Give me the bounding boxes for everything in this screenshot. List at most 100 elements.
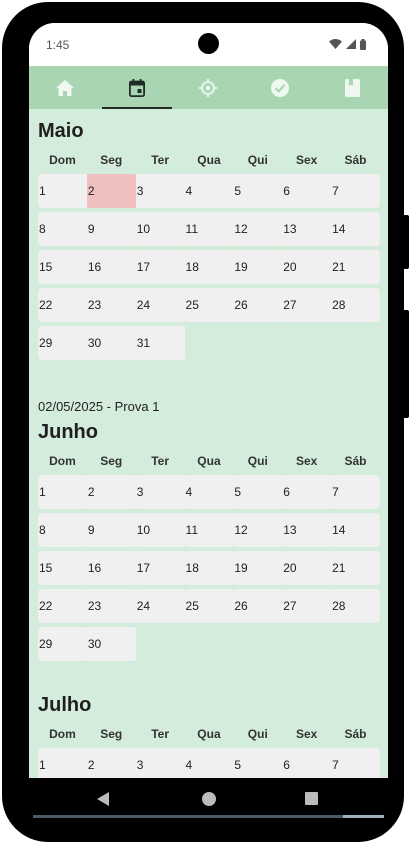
day-cell[interactable]: 2 bbox=[86, 174, 136, 208]
day-cell[interactable]: 7 bbox=[331, 174, 380, 208]
day-cell[interactable]: 7 bbox=[331, 748, 380, 778]
weekday-label: Sex bbox=[295, 153, 318, 167]
gesture-bar bbox=[33, 815, 384, 818]
day-cell[interactable]: 13 bbox=[282, 513, 332, 547]
day-cell[interactable]: 29 bbox=[38, 326, 87, 360]
day-cell[interactable]: 9 bbox=[86, 513, 136, 547]
day-cell[interactable]: 16 bbox=[86, 551, 136, 585]
day-cell[interactable]: 26 bbox=[233, 589, 283, 623]
day-cell[interactable]: 6 bbox=[282, 475, 332, 509]
day-cell[interactable]: 28 bbox=[331, 589, 380, 623]
day-cell[interactable]: 11 bbox=[184, 513, 234, 547]
day-cell[interactable]: 25 bbox=[184, 589, 234, 623]
tab-bar bbox=[29, 66, 388, 109]
day-cell[interactable]: 17 bbox=[135, 250, 185, 284]
day-cell[interactable]: 5 bbox=[233, 475, 283, 509]
day-cell[interactable]: 24 bbox=[135, 288, 185, 322]
day-cell[interactable]: 21 bbox=[331, 551, 380, 585]
day-cell[interactable]: 30 bbox=[86, 627, 136, 661]
gesture-bar-tip bbox=[343, 815, 384, 818]
day-cell[interactable]: 17 bbox=[135, 551, 185, 585]
home-icon bbox=[55, 79, 74, 96]
back-icon[interactable] bbox=[97, 792, 109, 806]
day-cell[interactable]: 30 bbox=[86, 326, 136, 360]
day-cell[interactable]: 27 bbox=[282, 589, 332, 623]
day-cell[interactable]: 15 bbox=[38, 250, 87, 284]
day-cell[interactable]: 6 bbox=[282, 748, 332, 778]
day-cell[interactable]: 4 bbox=[184, 475, 234, 509]
day-cell[interactable]: 23 bbox=[86, 288, 136, 322]
day-cell[interactable]: 3 bbox=[135, 475, 185, 509]
day-cell[interactable]: 5 bbox=[233, 174, 283, 208]
day-cell[interactable]: 27 bbox=[282, 288, 332, 322]
day-cell[interactable]: 20 bbox=[282, 551, 332, 585]
day-cell[interactable]: 7 bbox=[331, 475, 380, 509]
day-cell[interactable]: 6 bbox=[282, 174, 332, 208]
recent-apps-icon[interactable] bbox=[305, 792, 318, 805]
day-cell[interactable]: 15 bbox=[38, 551, 87, 585]
day-cell[interactable]: 28 bbox=[331, 288, 380, 322]
day-cell[interactable]: 14 bbox=[331, 513, 380, 547]
day-cell[interactable]: 18 bbox=[184, 551, 234, 585]
weekday-header: Dom Seg Ter Qua Qui Sex Sáb bbox=[38, 727, 380, 743]
month-title: Maio bbox=[38, 120, 84, 142]
calendar-scroll-view[interactable]: Maio Dom Seg Ter Qua Qui Sex Sáb 1234567… bbox=[29, 109, 388, 778]
home-circle-icon[interactable] bbox=[202, 792, 216, 806]
day-cell[interactable]: 22 bbox=[38, 288, 87, 322]
check-circle-icon bbox=[271, 78, 290, 97]
day-cell[interactable]: 23 bbox=[86, 589, 136, 623]
weekday-label: Sex bbox=[295, 727, 318, 741]
tab-calendar[interactable] bbox=[101, 66, 173, 109]
tab-goals[interactable] bbox=[173, 66, 245, 109]
wifi-icon bbox=[329, 39, 342, 49]
day-cell[interactable]: 18 bbox=[184, 250, 234, 284]
day-grid: 1234567 bbox=[38, 748, 380, 778]
day-cell[interactable]: 29 bbox=[38, 627, 87, 661]
day-grid: 1 2 3 4 5 6 7 8 9 10 11 12 13 14 15 16 17 18 19 20 21 22 23 24 2… bbox=[38, 475, 380, 661]
day-cell[interactable]: 10 bbox=[135, 513, 185, 547]
day-cell[interactable]: 26 bbox=[233, 288, 283, 322]
tab-tasks[interactable] bbox=[244, 66, 316, 109]
day-cell[interactable]: 3 bbox=[135, 748, 185, 778]
day-cell[interactable]: 4 bbox=[184, 748, 234, 778]
weekday-label: Ter bbox=[151, 454, 169, 468]
tab-notes[interactable] bbox=[316, 66, 388, 109]
day-cell[interactable]: 8 bbox=[38, 212, 87, 246]
weekday-label: Seg bbox=[100, 454, 123, 468]
day-cell[interactable]: 12 bbox=[233, 212, 283, 246]
day-cell[interactable]: 19 bbox=[233, 250, 283, 284]
day-cell[interactable]: 24 bbox=[135, 589, 185, 623]
battery-icon bbox=[360, 38, 366, 50]
day-cell[interactable]: 1 bbox=[38, 475, 87, 509]
status-bar: 1:45 bbox=[29, 23, 388, 66]
day-cell[interactable]: 20 bbox=[282, 250, 332, 284]
weekday-label: Qui bbox=[247, 727, 268, 741]
day-cell[interactable]: 1 bbox=[38, 748, 87, 778]
day-cell[interactable]: 31 bbox=[135, 326, 185, 360]
weekday-label: Ter bbox=[151, 153, 169, 167]
day-cell[interactable]: 1 bbox=[38, 174, 87, 208]
event-item[interactable]: 02/05/2025 - Prova 1 bbox=[38, 399, 159, 414]
day-cell[interactable]: 3 bbox=[135, 174, 185, 208]
day-cell[interactable]: 22 bbox=[38, 589, 87, 623]
book-icon bbox=[344, 78, 360, 97]
day-cell[interactable]: 21 bbox=[331, 250, 380, 284]
day-cell[interactable]: 11 bbox=[184, 212, 234, 246]
day-cell[interactable]: 12 bbox=[233, 513, 283, 547]
day-cell[interactable]: 13 bbox=[282, 212, 332, 246]
day-cell[interactable]: 8 bbox=[38, 513, 87, 547]
day-cell[interactable]: 9 bbox=[86, 212, 136, 246]
weekday-label: Qua bbox=[197, 727, 221, 741]
tab-home[interactable] bbox=[29, 66, 101, 109]
weekday-label: Seg bbox=[100, 153, 123, 167]
day-cell[interactable]: 19 bbox=[233, 551, 283, 585]
day-cell[interactable]: 25 bbox=[184, 288, 234, 322]
weekday-label: Dom bbox=[49, 153, 76, 167]
day-cell[interactable]: 2 bbox=[86, 748, 136, 778]
day-cell[interactable]: 2 bbox=[86, 475, 136, 509]
day-cell[interactable]: 16 bbox=[86, 250, 136, 284]
day-cell[interactable]: 10 bbox=[135, 212, 185, 246]
day-cell[interactable]: 5 bbox=[233, 748, 283, 778]
day-cell[interactable]: 4 bbox=[184, 174, 234, 208]
day-cell[interactable]: 14 bbox=[331, 212, 380, 246]
